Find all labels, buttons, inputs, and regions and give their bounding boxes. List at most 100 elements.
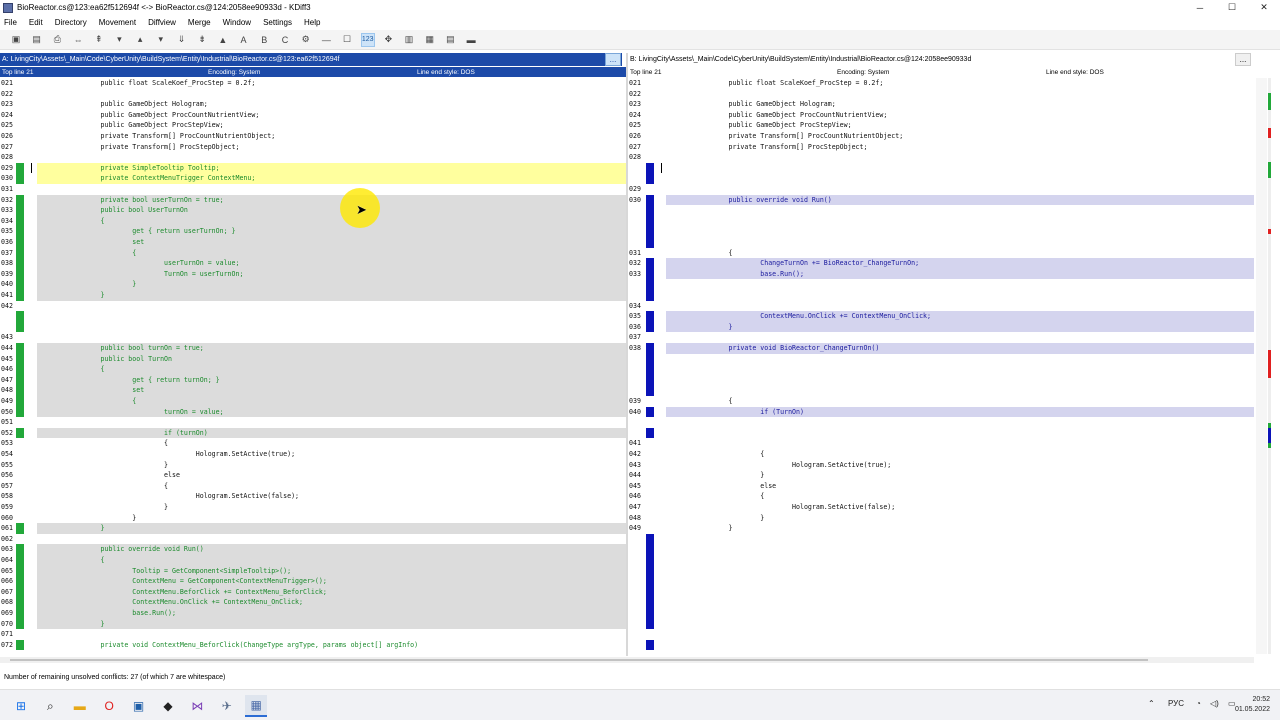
- terminal-icon[interactable]: ▣: [128, 695, 150, 717]
- wifi-icon[interactable]: ◔: [1196, 699, 1201, 708]
- diff-line[interactable]: 049 }: [628, 523, 1254, 534]
- diff-line[interactable]: [628, 364, 1254, 375]
- diff-line[interactable]: [628, 629, 1254, 640]
- horizontal-scrollbar[interactable]: [0, 657, 1254, 663]
- diff-line[interactable]: 035 get { return userTurnOn; }: [0, 226, 626, 237]
- goto-current-icon[interactable]: ⇔: [71, 33, 85, 47]
- diff-line[interactable]: 056 else: [0, 470, 626, 481]
- diff-line[interactable]: 064 {: [0, 555, 626, 566]
- diff-line[interactable]: 022: [0, 89, 626, 100]
- minimize-button[interactable]: ─: [1184, 0, 1216, 15]
- diff-line[interactable]: 024 public GameObject ProcCountNutrientV…: [628, 110, 1254, 121]
- diff-line[interactable]: 060 }: [0, 513, 626, 524]
- diff-line[interactable]: 028: [628, 152, 1254, 163]
- diff-line[interactable]: 039 {: [628, 396, 1254, 407]
- split-icon[interactable]: ▥: [402, 33, 416, 47]
- diff-line[interactable]: [628, 533, 1254, 545]
- diff-line[interactable]: 061 }: [0, 523, 626, 534]
- diff-line[interactable]: 040 if (TurnOn): [628, 406, 1254, 418]
- menu-merge[interactable]: Merge: [188, 18, 211, 27]
- menu-directory[interactable]: Directory: [55, 18, 87, 27]
- diff-line[interactable]: 046 {: [0, 364, 626, 375]
- menu-file[interactable]: File: [4, 18, 17, 27]
- diff-line[interactable]: 047 get { return turnOn; }: [0, 374, 626, 386]
- diff-line[interactable]: 037: [628, 332, 1254, 343]
- diff-line[interactable]: 032 ChangeTurnOn += BioReactor_ChangeTur…: [628, 258, 1254, 269]
- diff-line[interactable]: 029 private SimpleTooltip Tooltip;: [0, 162, 626, 174]
- pane-a-diff-view[interactable]: 021 public float ScaleKoef_ProcStep = 0.…: [0, 78, 626, 654]
- diff-line[interactable]: 046 {: [628, 491, 1254, 502]
- diff-line[interactable]: 026 private Transform[] ProcCountNutrien…: [0, 131, 626, 142]
- diff-line[interactable]: 031 {: [628, 248, 1254, 259]
- diff-line[interactable]: [628, 385, 1254, 396]
- diff-line[interactable]: 026 private Transform[] ProcCountNutrien…: [628, 131, 1254, 142]
- diff-line[interactable]: 069 base.Run();: [0, 608, 626, 619]
- menu-settings[interactable]: Settings: [263, 18, 292, 27]
- menu-diffview[interactable]: Diffview: [148, 18, 176, 27]
- diff-line[interactable]: 044 public bool turnOn = true;: [0, 343, 626, 354]
- file-explorer-icon[interactable]: ▬: [69, 695, 91, 717]
- menu-edit[interactable]: Edit: [29, 18, 43, 27]
- diff-line[interactable]: 023 public GameObject Hologram;: [0, 99, 626, 110]
- visual-studio-icon[interactable]: ⋈: [186, 695, 208, 717]
- diff-line[interactable]: [628, 586, 1254, 598]
- print-icon[interactable]: ⎙: [50, 33, 64, 47]
- diff-line[interactable]: [628, 353, 1254, 365]
- maximize-button[interactable]: ☐: [1216, 0, 1248, 15]
- open-icon[interactable]: ▣: [9, 33, 23, 47]
- diff-line[interactable]: 053 {: [0, 438, 626, 449]
- diff-line[interactable]: 045 public bool TurnOn: [0, 353, 626, 365]
- diff-line[interactable]: 062: [0, 534, 626, 545]
- diff-line[interactable]: 057 {: [0, 481, 626, 492]
- goto-up-icon[interactable]: ▴: [133, 33, 147, 47]
- overview-icon[interactable]: ▬: [464, 33, 478, 47]
- diff-line[interactable]: 063 public override void Run(): [0, 544, 626, 555]
- kdiff3-icon[interactable]: ▦: [245, 695, 268, 717]
- horizontal-scroll-thumb[interactable]: [10, 659, 1148, 661]
- goto-next-delta-icon[interactable]: ⇓: [175, 33, 189, 47]
- select-a-icon[interactable]: B: [257, 33, 271, 47]
- diff-line[interactable]: 042: [0, 301, 626, 312]
- diff-line[interactable]: 058 Hologram.SetActive(false);: [0, 491, 626, 502]
- diff-line[interactable]: 038 private void BioReactor_ChangeTurnOn…: [628, 343, 1254, 354]
- diff-line[interactable]: 030 public override void Run(): [628, 194, 1254, 206]
- diff-line[interactable]: 049 {: [0, 396, 626, 407]
- diff-line[interactable]: 066 ContextMenu = GetComponent<ContextMe…: [0, 576, 626, 587]
- menu-help[interactable]: Help: [304, 18, 320, 27]
- diff-line[interactable]: [628, 173, 1254, 184]
- goto-first-delta-icon[interactable]: ⇞: [92, 33, 106, 47]
- diff-line[interactable]: [628, 576, 1254, 587]
- diff-line[interactable]: 031: [0, 184, 626, 195]
- select-b-icon[interactable]: C: [278, 33, 292, 47]
- diff-line[interactable]: 040 }: [0, 279, 626, 290]
- tortoisehg-icon[interactable]: ✈: [216, 695, 238, 717]
- diff-overview-column[interactable]: [1268, 78, 1271, 654]
- diff-line[interactable]: [628, 544, 1254, 555]
- diff-line[interactable]: 072 private void ContextMenu_BeforClick(…: [0, 639, 626, 651]
- diff-line[interactable]: [628, 162, 1254, 174]
- diff-line[interactable]: 027 private Transform[] ProcStepObject;: [628, 142, 1254, 153]
- diff-line[interactable]: 042 {: [628, 449, 1254, 460]
- unity-icon[interactable]: ◆: [157, 695, 179, 717]
- diff-line[interactable]: 033 base.Run();: [628, 268, 1254, 280]
- diff-line[interactable]: [628, 237, 1254, 248]
- diff-line[interactable]: 041: [628, 438, 1254, 449]
- diff-line[interactable]: 043: [0, 332, 626, 343]
- diff-line[interactable]: [628, 417, 1254, 428]
- diff-line[interactable]: [628, 215, 1254, 227]
- diff-line[interactable]: [628, 205, 1254, 216]
- diff-line[interactable]: 045 else: [628, 481, 1254, 492]
- diff-line[interactable]: 038 userTurnOn = value;: [0, 258, 626, 269]
- word-wrap-icon[interactable]: ▤: [443, 33, 457, 47]
- diff-line[interactable]: 052 if (turnOn): [0, 427, 626, 439]
- goto-prev-delta-icon[interactable]: ▾: [112, 33, 126, 47]
- diff-line[interactable]: 039 TurnOn = userTurnOn;: [0, 268, 626, 280]
- line-numbers-icon[interactable]: 123: [360, 32, 375, 47]
- diff-line[interactable]: [628, 427, 1254, 439]
- diff-line[interactable]: 065 Tooltip = GetComponent<SimpleTooltip…: [0, 565, 626, 577]
- diff-line[interactable]: [628, 608, 1254, 619]
- volume-icon[interactable]: ◁): [1210, 699, 1219, 708]
- diff-line[interactable]: 037 {: [0, 247, 626, 259]
- diff-line[interactable]: [628, 565, 1254, 577]
- goto-down-icon[interactable]: ▾: [154, 33, 168, 47]
